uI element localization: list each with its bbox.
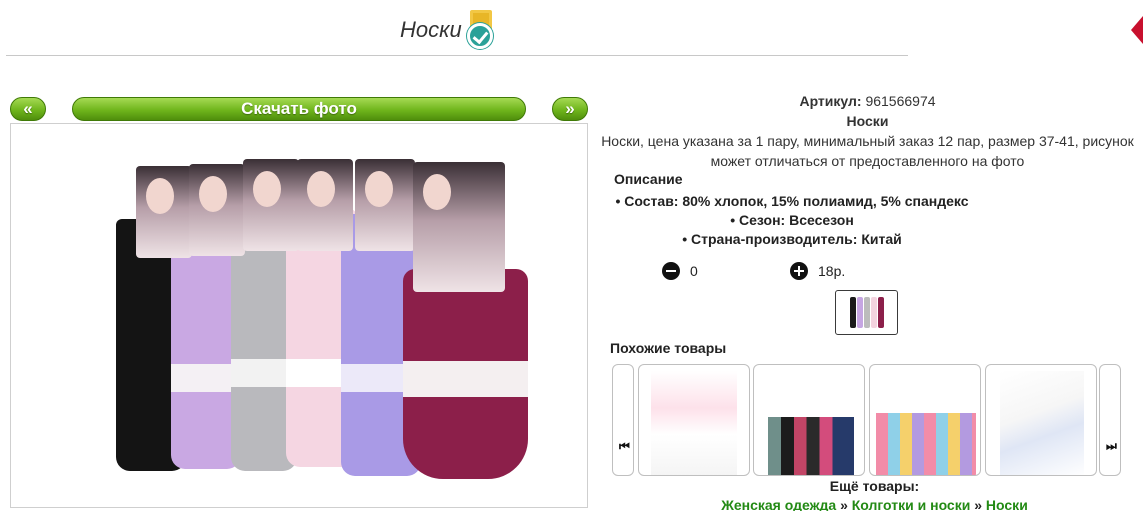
feature-list: Состав: 80% хлопок, 15% полиамид, 5% спа… bbox=[592, 192, 992, 249]
sku-line: Артикул: 961566974 bbox=[592, 91, 1143, 111]
price-value: 18р. bbox=[818, 263, 846, 279]
quantity-stepper: 0 18р. bbox=[662, 262, 845, 280]
verified-badge-icon bbox=[466, 10, 496, 50]
product-name: Носки bbox=[846, 113, 889, 129]
download-photo-button[interactable]: Скачать фото bbox=[72, 97, 526, 121]
similar-heading: Похожие товары bbox=[610, 340, 727, 356]
next-photo-button[interactable]: » bbox=[552, 97, 588, 121]
package-card bbox=[355, 159, 415, 251]
product-description: Носки, цена указана за 1 пару, минимальн… bbox=[601, 133, 1134, 169]
plus-icon[interactable] bbox=[790, 262, 808, 280]
product-info: Артикул: 961566974 Носки Носки, цена ука… bbox=[592, 90, 1143, 171]
feature-item: Состав: 80% хлопок, 15% полиамид, 5% спа… bbox=[592, 192, 992, 211]
photo-thumbnail[interactable] bbox=[835, 290, 898, 335]
arrow-left-icon[interactable] bbox=[1131, 16, 1143, 44]
header-divider bbox=[6, 55, 908, 56]
description-heading: Описание bbox=[614, 171, 683, 187]
product-page: Носки « Скачать фото » Артикул: 96156697… bbox=[0, 0, 1143, 511]
more-heading: Ещё товары: bbox=[829, 478, 920, 494]
package-card bbox=[413, 162, 505, 292]
package-card bbox=[189, 164, 245, 256]
crumb-separator: » bbox=[840, 497, 848, 511]
photo-nav-bar: « Скачать фото » bbox=[10, 97, 588, 121]
feature-item: Сезон: Всесезон bbox=[592, 211, 992, 230]
more-products: Ещё товары: Женская одежда » Колготки и … bbox=[592, 477, 1143, 511]
similar-carousel: ⏮ ⏭ bbox=[612, 364, 1125, 476]
feature-item: Страна-производитель: Китай bbox=[592, 230, 992, 249]
similar-item[interactable] bbox=[985, 364, 1097, 476]
title-row: Носки bbox=[400, 10, 496, 50]
crumb-separator: » bbox=[974, 497, 983, 511]
carousel-next-button[interactable]: ⏭ bbox=[1099, 364, 1121, 476]
crumb-womens-clothing[interactable]: Женская одежда bbox=[721, 497, 836, 511]
package-card bbox=[243, 159, 299, 251]
similar-item[interactable] bbox=[638, 364, 750, 476]
package-card bbox=[136, 166, 192, 258]
similar-item[interactable] bbox=[869, 364, 981, 476]
crumb-socks[interactable]: Носки bbox=[986, 497, 1028, 511]
prev-photo-button[interactable]: « bbox=[10, 97, 46, 121]
sku-label: Артикул: bbox=[799, 93, 862, 109]
crumb-tights-and-socks[interactable]: Колготки и носки bbox=[852, 497, 971, 511]
breadcrumb: Женская одежда » Колготки и носки » Носк… bbox=[592, 495, 1143, 511]
similar-item[interactable] bbox=[753, 364, 865, 476]
minus-icon[interactable] bbox=[662, 262, 680, 280]
package-card bbox=[297, 159, 353, 251]
page-title: Носки bbox=[400, 17, 462, 42]
quantity-value: 0 bbox=[690, 263, 698, 279]
carousel-prev-button[interactable]: ⏮ bbox=[612, 364, 634, 476]
product-photo[interactable] bbox=[10, 123, 588, 508]
sku-value: 961566974 bbox=[865, 93, 936, 109]
sock-burgundy bbox=[403, 269, 528, 479]
skip-back-icon: ⏮ bbox=[619, 439, 630, 453]
skip-forward-icon: ⏭ bbox=[1106, 439, 1117, 453]
